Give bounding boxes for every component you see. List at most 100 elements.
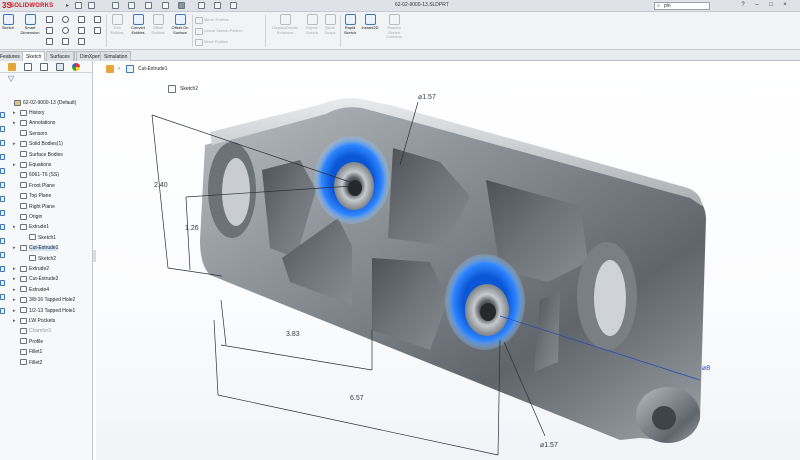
tree-item[interactable]: Fillet1 — [20, 347, 42, 357]
expand-arrow-icon[interactable]: ▸ — [13, 222, 18, 232]
expand-arrow-icon[interactable]: ▸ — [13, 118, 18, 128]
tree-item[interactable]: Sketch1 — [29, 233, 56, 243]
dimension-inner-height[interactable]: 1.26 — [185, 225, 199, 232]
configuration-manager-icon[interactable] — [40, 63, 48, 71]
offset-tool-icon[interactable] — [0, 280, 5, 286]
linear-pattern-button[interactable]: Linear Sketch Pattern — [195, 27, 242, 35]
sketch-tool-icon[interactable] — [0, 112, 5, 118]
minimize-button[interactable]: – — [752, 1, 762, 10]
expand-arrow-icon[interactable]: ▸ — [13, 243, 18, 253]
breadcrumb-sketch[interactable]: Sketch2 — [180, 86, 220, 92]
sketch-breadcrumb-icon[interactable] — [168, 85, 176, 93]
expand-arrow-icon[interactable]: ▸ — [13, 139, 18, 149]
part-breadcrumb-icon[interactable] — [106, 65, 114, 73]
undo-icon[interactable] — [162, 2, 169, 9]
options-icon[interactable] — [230, 2, 237, 9]
offset-on-surface-button[interactable]: Offset On Surface — [170, 14, 190, 35]
pattern-tool-icon[interactable] — [0, 294, 5, 300]
tree-item[interactable]: ▸ 1/2-13 Tapped Hole1 — [13, 306, 75, 316]
centerline-tool-icon[interactable] — [0, 210, 5, 216]
spline-tool-icon[interactable] — [0, 182, 5, 188]
display-manager-icon[interactable] — [72, 63, 80, 71]
expand-arrow-icon[interactable]: ▸ — [13, 160, 18, 170]
tree-item[interactable]: Top Plane — [20, 191, 51, 201]
graphics-area[interactable]: › Cut-Extrude1 Sketch2 ⌀1.57 2.40 1.26 3… — [96, 61, 800, 460]
tree-item[interactable]: Sketch2 — [29, 254, 56, 264]
relation-tool-icon[interactable] — [0, 238, 5, 244]
tree-item[interactable]: Right Plane — [20, 202, 55, 212]
dimension-bottom-hole[interactable]: ⌀1.57 — [540, 441, 558, 449]
point-icon[interactable] — [78, 27, 85, 34]
feature-tree-icon[interactable] — [8, 63, 16, 71]
dimension-right-hole[interactable]: ⌀8 — [702, 364, 710, 372]
arc-icon[interactable] — [62, 27, 69, 34]
tree-item[interactable]: Fillet2 — [20, 358, 42, 368]
repair-sketch-button[interactable]: Repair Sketch — [304, 14, 320, 35]
tree-item[interactable]: ▸ Annotations — [13, 118, 55, 128]
text-icon[interactable] — [94, 16, 101, 23]
dimension-height[interactable]: 2.40 — [154, 182, 168, 189]
feature-breadcrumb-icon[interactable] — [126, 65, 134, 73]
line-icon[interactable] — [46, 16, 53, 23]
tree-item[interactable]: ▸ LW Pockets — [13, 316, 55, 326]
tree-item[interactable]: ▸ 3/8-16 Tapped Hole2 — [13, 295, 75, 305]
line-tool-icon[interactable] — [0, 126, 5, 132]
circle-tool-icon[interactable] — [0, 154, 5, 160]
quick-snaps-button[interactable]: Quick Snaps — [322, 14, 338, 35]
new-document-icon[interactable] — [88, 2, 95, 9]
tab-simulation[interactable]: Simulation — [100, 51, 132, 61]
polygon-icon[interactable] — [62, 38, 69, 45]
print-icon[interactable] — [145, 2, 152, 9]
trim-entities-button[interactable]: Trim Entities — [109, 14, 125, 35]
tab-features[interactable]: Features — [0, 51, 24, 61]
file-properties-icon[interactable] — [214, 2, 221, 9]
expand-arrow-icon[interactable]: ▸ — [13, 274, 18, 284]
tree-item[interactable]: Origin — [20, 212, 42, 222]
tree-item[interactable]: ▸ Extrude1 — [13, 222, 49, 232]
home-icon[interactable] — [75, 2, 82, 9]
tree-item[interactable]: Sensors — [20, 129, 47, 139]
rectangle-icon[interactable] — [46, 27, 53, 34]
select-icon[interactable] — [178, 2, 185, 9]
tree-item[interactable]: 6061-T6 (SS) — [20, 170, 59, 180]
close-button[interactable]: × — [780, 1, 790, 10]
dimension-top-hole[interactable]: ⌀1.57 — [418, 93, 436, 101]
restore-button[interactable]: □ — [766, 1, 776, 10]
expand-arrow-icon[interactable]: ▸ — [13, 264, 18, 274]
dimxpert-manager-icon[interactable] — [56, 63, 64, 71]
plane-icon[interactable] — [94, 27, 101, 34]
slot-icon[interactable] — [46, 38, 53, 45]
filter-icon[interactable]: ▽ — [8, 75, 16, 83]
spline-icon[interactable] — [78, 16, 85, 23]
sketch-button[interactable]: Sketch — [1, 14, 15, 31]
tree-root[interactable]: 62-02-9000-13 (Default) — [14, 98, 76, 108]
rapid-sketch-button[interactable]: Rapid Sketch — [342, 14, 358, 35]
expand-arrow-icon[interactable]: ▸ — [13, 108, 18, 118]
tapped-hole[interactable] — [652, 406, 676, 430]
mirror-entities-button[interactable]: Mirror Entities — [195, 16, 229, 24]
tab-surfaces[interactable]: Surfaces — [46, 51, 74, 61]
expand-arrow-icon[interactable]: ▸ — [13, 306, 18, 316]
circle-icon[interactable] — [62, 16, 69, 23]
expand-arrow-icon[interactable]: ▸ — [13, 316, 18, 326]
fillet-tool-icon[interactable] — [0, 308, 5, 314]
display-relations-button[interactable]: Display/Delete Relations — [268, 14, 302, 35]
trim-tool-icon[interactable] — [0, 252, 5, 258]
dimension-tool-icon[interactable] — [0, 224, 5, 230]
solidworks-logo[interactable]: 3S SOLIDWORKS — [2, 1, 53, 11]
tree-item[interactable]: Front Plane — [20, 181, 55, 191]
dimension-hole-spacing[interactable]: 3.83 — [286, 331, 300, 338]
smart-dimension-button[interactable]: Smart Dimension — [18, 14, 42, 35]
tree-item[interactable]: Surface Bodies — [20, 150, 63, 160]
tree-item[interactable]: ▸ Equations — [13, 160, 51, 170]
convert-entities-button[interactable]: Convert Entities — [128, 14, 148, 35]
mirror-tool-icon[interactable] — [0, 266, 5, 272]
rectangle-tool-icon[interactable] — [0, 140, 5, 146]
fillet-icon[interactable] — [78, 38, 85, 45]
save-icon[interactable] — [128, 2, 135, 9]
model-canvas[interactable] — [96, 61, 800, 460]
rebuild-icon[interactable] — [198, 2, 205, 9]
expand-arrow-icon[interactable]: ▸ — [13, 295, 18, 305]
property-manager-icon[interactable] — [24, 63, 32, 71]
tree-item[interactable]: Chamfer3 — [20, 326, 51, 336]
